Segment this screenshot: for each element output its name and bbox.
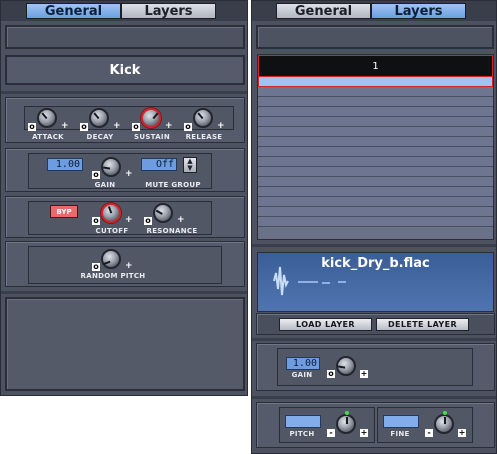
attack-knob[interactable]: [37, 108, 57, 128]
cutoff-knob[interactable]: [101, 203, 121, 223]
decay-label: DECAY: [86, 133, 114, 141]
gain-max-icon: +: [125, 169, 133, 179]
divider: [252, 396, 496, 399]
gain-knob[interactable]: [101, 157, 121, 177]
gain-min-icon: o: [92, 170, 100, 179]
layer-row[interactable]: [258, 127, 493, 137]
layer-row[interactable]: [258, 207, 493, 217]
resonance-max-icon: +: [177, 215, 185, 225]
random-pitch-knob[interactable]: [101, 249, 121, 269]
tab-general[interactable]: General: [26, 3, 121, 19]
layer-gain-display[interactable]: 1.00: [286, 357, 320, 370]
resonance-knob[interactable]: [153, 203, 173, 223]
layer-row[interactable]: [258, 97, 493, 107]
gain-display[interactable]: 1.00: [47, 158, 83, 171]
sustain-label: SUSTAIN: [134, 133, 170, 141]
layer-row[interactable]: [258, 167, 493, 177]
mute-group-spinner[interactable]: ▲ ▼: [183, 157, 197, 173]
layer-list[interactable]: 1: [257, 54, 494, 240]
attack-label: ATTACK: [32, 133, 64, 141]
resonance-label: RESONANCE: [146, 227, 198, 235]
divider: [252, 244, 496, 247]
layer-row[interactable]: [258, 147, 493, 157]
layer-row[interactable]: [258, 117, 493, 127]
filter-bypass-button[interactable]: BYP: [50, 205, 78, 218]
layer-gain-min-icon: o: [327, 369, 335, 378]
pitch-minus-icon: -: [327, 429, 335, 437]
decay-knob[interactable]: [89, 108, 109, 128]
pitch-display[interactable]: [285, 415, 321, 428]
release-label: RELEASE: [185, 133, 223, 141]
fine-minus-icon: -: [425, 429, 433, 437]
instrument-info-field: [5, 25, 245, 49]
layer-row-selected[interactable]: [258, 77, 493, 87]
cutoff-max-icon: +: [125, 215, 133, 225]
layer-row[interactable]: [258, 217, 493, 227]
mute-group-display[interactable]: Off: [141, 158, 177, 171]
sustain-max-icon: +: [165, 121, 173, 131]
sustain-knob[interactable]: [141, 108, 161, 128]
layer-gain-max-icon: +: [360, 369, 368, 378]
layer-row[interactable]: [258, 157, 493, 167]
general-panel: General Layers Kick o + ATTACK o + DECAY…: [0, 0, 248, 396]
random-pitch-max-icon: +: [125, 261, 133, 271]
cutoff-min-icon: o: [92, 216, 100, 225]
layer-row[interactable]: [258, 87, 493, 97]
empty-area: [5, 297, 245, 391]
release-knob[interactable]: [193, 108, 213, 128]
random-pitch-min-icon: o: [92, 262, 100, 271]
fine-plus-icon: +: [458, 428, 466, 437]
fine-knob[interactable]: [434, 411, 454, 434]
load-layer-button[interactable]: LOAD LAYER: [279, 318, 372, 331]
mute-group-label: MUTE GROUP: [145, 181, 201, 189]
divider: [1, 291, 247, 294]
waveform-display: kick_Dry_b.flac: [257, 252, 494, 312]
layer-list-header: 1: [258, 55, 493, 77]
delete-layer-button[interactable]: DELETE LAYER: [376, 318, 469, 331]
pitch-knob[interactable]: [336, 411, 356, 434]
random-pitch-label: RANDOM PITCH: [80, 272, 146, 280]
decay-max-icon: +: [113, 121, 121, 131]
tab-general-right[interactable]: General: [276, 3, 371, 19]
attack-min-icon: o: [28, 122, 36, 131]
layer-row[interactable]: [258, 137, 493, 147]
layer-row[interactable]: [258, 197, 493, 207]
release-max-icon: +: [217, 121, 225, 131]
divider: [252, 338, 496, 341]
resonance-min-icon: o: [144, 216, 152, 225]
release-min-icon: o: [184, 122, 192, 131]
tab-bar-layers: General Layers: [252, 1, 496, 21]
cutoff-label: CUTOFF: [95, 227, 129, 235]
sustain-min-icon: o: [132, 122, 140, 131]
waveform-graphic: [273, 266, 346, 296]
tab-layers[interactable]: Layers: [121, 3, 216, 19]
layer-row[interactable]: [258, 187, 493, 197]
layers-info-field: [256, 25, 494, 49]
layer-row[interactable]: [258, 107, 493, 117]
gain-label: GAIN: [94, 181, 116, 189]
tab-bar: General Layers: [1, 1, 247, 21]
pitch-plus-icon: +: [360, 428, 368, 437]
tab-layers-right[interactable]: Layers: [371, 3, 466, 19]
decay-min-icon: o: [80, 122, 88, 131]
attack-max-icon: +: [61, 121, 69, 131]
fine-label: FINE: [390, 430, 410, 438]
layer-gain-label: GAIN: [291, 371, 313, 379]
fine-display[interactable]: [383, 415, 419, 428]
layer-row[interactable]: [258, 177, 493, 187]
layer-gain-knob[interactable]: [336, 356, 356, 376]
pitch-label: PITCH: [289, 430, 315, 438]
divider: [1, 91, 247, 94]
instrument-name[interactable]: Kick: [5, 55, 245, 85]
